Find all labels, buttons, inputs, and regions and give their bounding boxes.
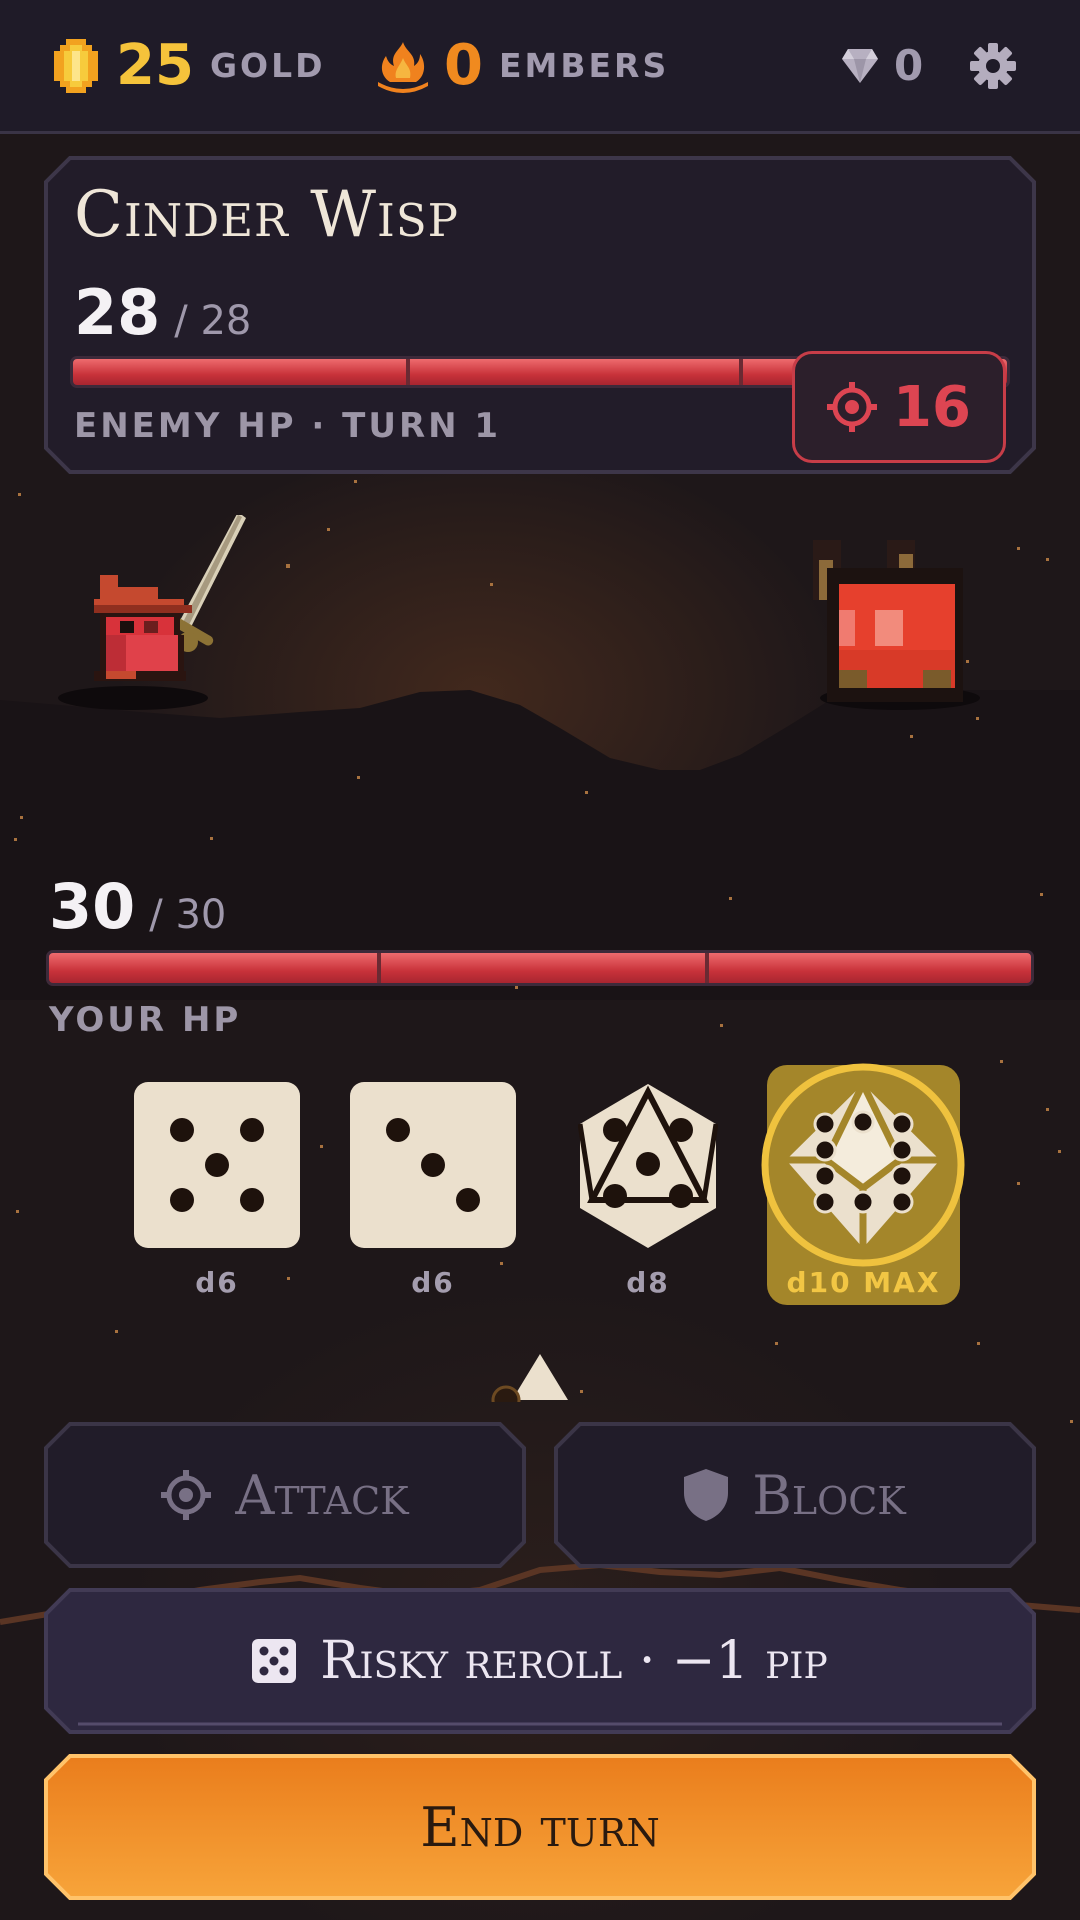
embers-counter: 0 EMBERS — [376, 0, 669, 131]
enemy-intent-badge[interactable]: 16 — [792, 351, 1006, 463]
embers-amount: 0 — [444, 33, 483, 98]
die-d8[interactable] — [578, 1082, 718, 1250]
die-d10-max[interactable] — [760, 1062, 966, 1268]
dice-icon — [252, 1639, 297, 1683]
enemy-intent-value: 16 — [893, 374, 971, 440]
gold-counter: 25 GOLD — [52, 0, 326, 131]
player-hp-caption: YOUR HP — [49, 1000, 242, 1040]
hp-bar-segment — [377, 953, 381, 983]
enemy-cinder-wisp — [813, 540, 963, 702]
hp-bar-segment — [739, 359, 743, 385]
enemy-hp-readout: 28 / 28 — [74, 276, 251, 349]
gold-amount: 25 — [116, 33, 194, 98]
player-hp-readout: 30 / 30 — [49, 870, 226, 943]
end-turn-button[interactable]: End turn — [44, 1754, 1036, 1900]
hp-bar-segment — [705, 953, 709, 983]
ember-flame-icon — [378, 41, 428, 93]
crosshair-icon — [161, 1470, 212, 1520]
selection-pointer-icon — [491, 1354, 568, 1402]
risky-reroll-button[interactable]: Risky reroll · −1 pip — [44, 1588, 1036, 1734]
settings-button[interactable] — [970, 0, 1016, 131]
die-label: d6 — [411, 1266, 455, 1299]
enemy-hp-max: / 28 — [174, 298, 252, 344]
player-hp-bar — [46, 950, 1034, 986]
top-bar: 25 GOLD 0 EMBERS 0 — [0, 0, 1080, 134]
crosshair-icon — [827, 382, 878, 432]
gem-icon — [842, 48, 878, 83]
die-label-max: d10 MAX — [786, 1266, 941, 1299]
die-label: d8 — [626, 1266, 670, 1299]
player-hp-max: / 30 — [149, 892, 227, 938]
die-d6-three[interactable] — [350, 1082, 516, 1248]
block-button[interactable]: Block — [554, 1422, 1036, 1568]
die-d6-five[interactable] — [134, 1082, 300, 1248]
block-button-label: Block — [752, 1463, 906, 1527]
hp-bar-segment — [406, 359, 410, 385]
enemy-hp-current: 28 — [74, 276, 161, 349]
end-turn-label: End turn — [420, 1795, 660, 1859]
player-character — [94, 515, 246, 681]
gems-counter: 0 — [842, 0, 923, 131]
enemy-hp-caption: ENEMY HP · TURN 1 — [74, 406, 502, 446]
attack-button-label: Attack — [235, 1463, 409, 1527]
embers-label: EMBERS — [498, 46, 670, 85]
gear-icon — [970, 42, 1016, 89]
gold-coin-icon — [54, 38, 98, 93]
die-label: d6 — [195, 1266, 239, 1299]
gold-label: GOLD — [209, 46, 326, 85]
attack-button[interactable]: Attack — [44, 1422, 526, 1568]
player-hp-current: 30 — [49, 870, 136, 943]
risky-reroll-label: Risky reroll · −1 pip — [320, 1631, 828, 1691]
gems-amount: 0 — [894, 41, 924, 90]
enemy-name: Cinder Wisp — [74, 178, 459, 252]
shield-icon — [684, 1469, 729, 1521]
